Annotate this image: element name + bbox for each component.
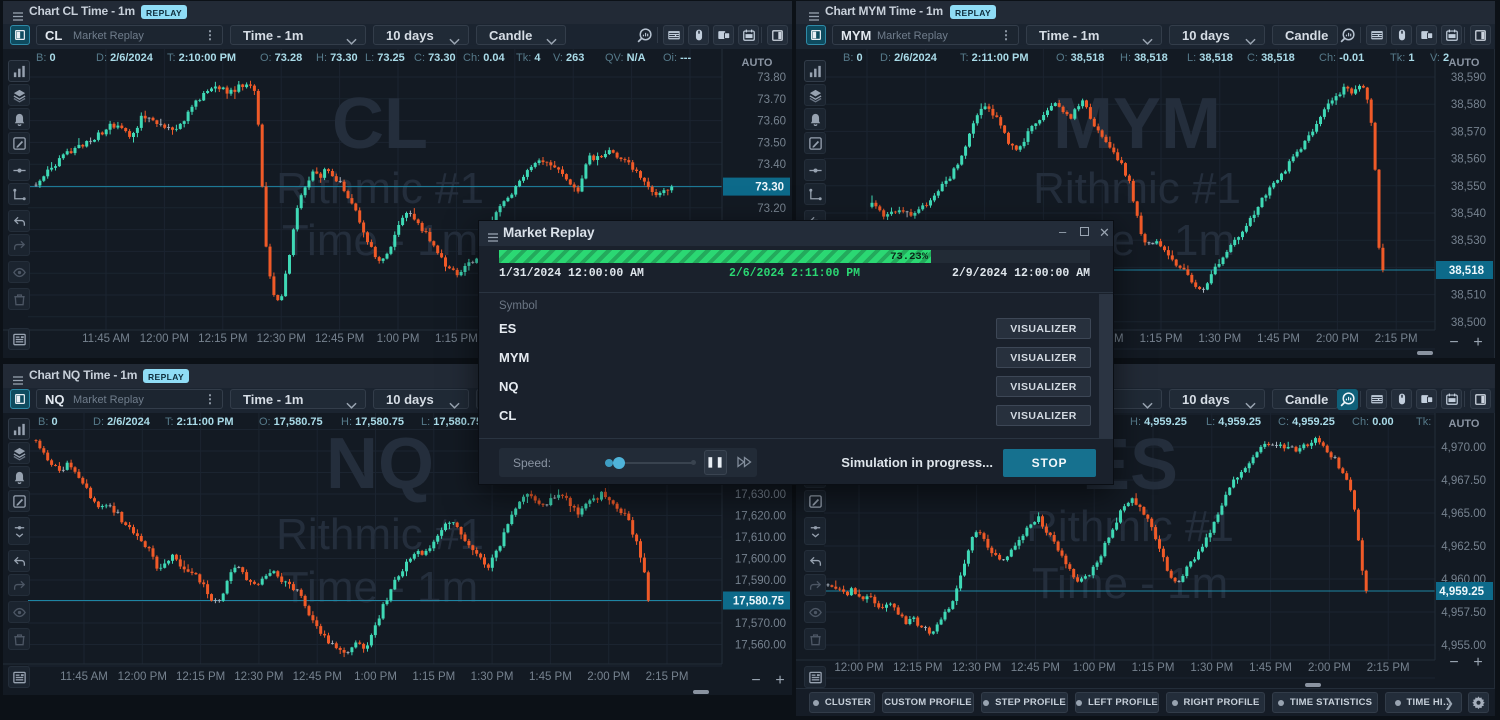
svg-text:1:15 PM: 1:15 PM [1140, 333, 1183, 345]
svg-text:73.80: 73.80 [757, 72, 786, 84]
svg-text:1:00 PM: 1:00 PM [377, 333, 420, 345]
svg-text:38,580: 38,580 [1451, 99, 1486, 111]
svg-text:2:00 PM: 2:00 PM [1316, 333, 1359, 345]
svg-text:12:45 PM: 12:45 PM [315, 333, 364, 345]
svg-text:+: + [775, 672, 784, 689]
svg-text:1:30 PM: 1:30 PM [471, 671, 514, 683]
svg-text:1:45 PM: 1:45 PM [529, 671, 572, 683]
svg-text:17,590.00: 17,590.00 [735, 575, 786, 587]
svg-text:73.50: 73.50 [757, 137, 786, 149]
svg-text:1:00 PM: 1:00 PM [354, 671, 397, 683]
svg-text:1:15 PM: 1:15 PM [435, 333, 478, 345]
svg-text:−: − [1449, 654, 1458, 671]
svg-text:17,610.00: 17,610.00 [735, 532, 786, 544]
svg-text:4,955.00: 4,955.00 [1441, 640, 1486, 652]
svg-text:73.40: 73.40 [757, 159, 786, 171]
svg-text:4,967.50: 4,967.50 [1441, 475, 1486, 487]
svg-text:1:15 PM: 1:15 PM [1132, 662, 1175, 674]
svg-text:38,550: 38,550 [1451, 181, 1486, 193]
svg-text:−: − [751, 672, 760, 689]
svg-text:12:00 PM: 12:00 PM [834, 662, 883, 674]
svg-text:17,560.00: 17,560.00 [735, 640, 786, 652]
svg-text:17,600.00: 17,600.00 [735, 554, 786, 566]
svg-text:12:30 PM: 12:30 PM [952, 662, 1001, 674]
svg-text:+: + [1473, 654, 1482, 671]
svg-text:73.30: 73.30 [755, 182, 784, 194]
svg-text:12:15 PM: 12:15 PM [893, 662, 942, 674]
svg-text:38,500: 38,500 [1451, 317, 1486, 329]
svg-text:Time - 1m: Time - 1m [1032, 559, 1228, 608]
svg-text:11:45 AM: 11:45 AM [82, 333, 130, 345]
svg-text:38,540: 38,540 [1451, 208, 1486, 220]
svg-text:38,530: 38,530 [1451, 235, 1486, 247]
svg-text:12:45 PM: 12:45 PM [293, 671, 342, 683]
svg-text:11:45 AM: 11:45 AM [60, 671, 108, 683]
svg-text:17,580.75: 17,580.75 [733, 596, 785, 608]
svg-text:12:30 PM: 12:30 PM [257, 333, 306, 345]
svg-text:4,957.50: 4,957.50 [1441, 607, 1486, 619]
svg-text:2:15 PM: 2:15 PM [1367, 662, 1410, 674]
svg-text:12:15 PM: 12:15 PM [176, 671, 225, 683]
svg-text:CL: CL [332, 84, 428, 164]
svg-text:17,570.00: 17,570.00 [735, 618, 786, 630]
svg-text:MYM: MYM [1053, 84, 1221, 164]
svg-text:17,620.00: 17,620.00 [735, 511, 786, 523]
svg-text:1:30 PM: 1:30 PM [1190, 662, 1233, 674]
svg-text:12:30 PM: 12:30 PM [234, 671, 283, 683]
svg-text:73.20: 73.20 [757, 203, 786, 215]
svg-text:Rithmic #1: Rithmic #1 [276, 510, 484, 559]
svg-text:12:00 PM: 12:00 PM [118, 671, 167, 683]
svg-text:Rithmic #1: Rithmic #1 [276, 164, 484, 213]
svg-text:4,959.25: 4,959.25 [1439, 586, 1484, 598]
svg-text:38,510: 38,510 [1451, 290, 1486, 302]
svg-text:1:00 PM: 1:00 PM [1073, 662, 1116, 674]
svg-text:12:45 PM: 12:45 PM [1011, 662, 1060, 674]
svg-text:−: − [1449, 334, 1458, 351]
svg-text:12:15 PM: 12:15 PM [198, 333, 247, 345]
svg-text:38,518: 38,518 [1449, 265, 1485, 277]
svg-text:1:45 PM: 1:45 PM [1249, 662, 1292, 674]
svg-text:38,590: 38,590 [1451, 72, 1486, 84]
svg-text:NQ: NQ [326, 424, 434, 504]
svg-text:12:00 PM: 12:00 PM [140, 333, 189, 345]
svg-text:2:00 PM: 2:00 PM [1308, 662, 1351, 674]
svg-text:AUTO: AUTO [742, 57, 773, 69]
svg-text:17,630.00: 17,630.00 [735, 489, 786, 501]
svg-text:1:30 PM: 1:30 PM [1198, 333, 1241, 345]
svg-text:4,965.00: 4,965.00 [1441, 508, 1486, 520]
svg-text:4,970.00: 4,970.00 [1441, 442, 1486, 454]
svg-text:2:15 PM: 2:15 PM [1375, 333, 1418, 345]
svg-text:38,570: 38,570 [1451, 126, 1486, 138]
svg-text:2:15 PM: 2:15 PM [646, 671, 689, 683]
svg-text:+: + [1473, 334, 1482, 351]
svg-text:73.70: 73.70 [757, 94, 786, 106]
svg-text:Time - 1m: Time - 1m [282, 563, 478, 612]
svg-text:1:15 PM: 1:15 PM [412, 671, 455, 683]
svg-text:1:45 PM: 1:45 PM [1257, 333, 1300, 345]
svg-text:73.60: 73.60 [757, 116, 786, 128]
svg-text:38,560: 38,560 [1451, 154, 1486, 166]
svg-text:2:00 PM: 2:00 PM [587, 671, 630, 683]
svg-text:4,962.50: 4,962.50 [1441, 541, 1486, 553]
